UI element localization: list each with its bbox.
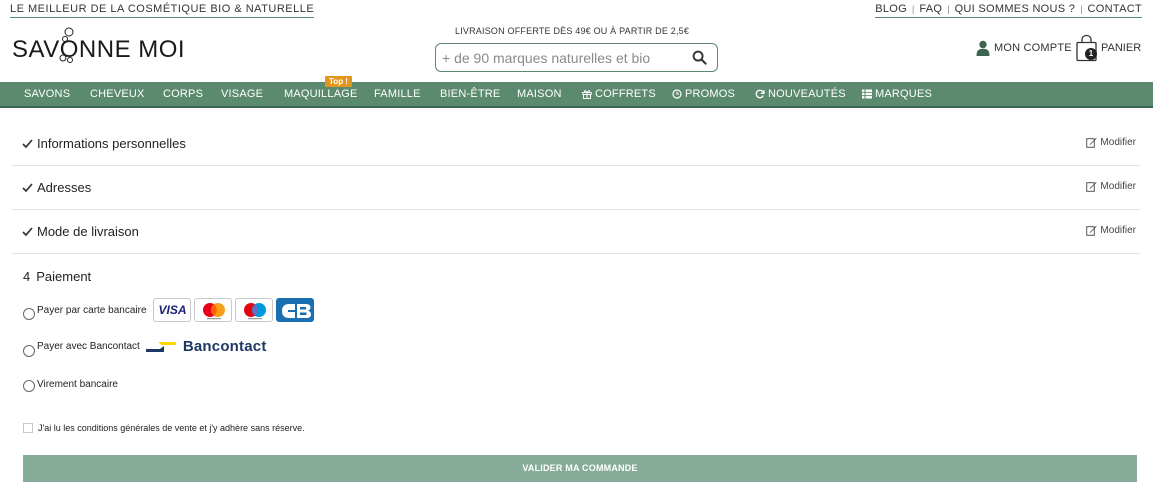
step-title: Informations personnelles <box>37 136 186 151</box>
bubbles-icon <box>59 27 74 63</box>
check-icon <box>22 227 33 237</box>
link-faq[interactable]: FAQ <box>919 3 942 15</box>
nav-item-famille[interactable]: FAMILLE <box>374 82 421 106</box>
step-personal-info[interactable]: Informations personnelles Modifier <box>12 122 1140 166</box>
top-links: BLOG | FAQ | QUI SOMMES NOUS ? | CONTACT <box>875 3 1142 18</box>
logo-text: SAVONNE MOI <box>12 36 186 63</box>
bancontact-icon <box>145 341 176 352</box>
tagline: LE MEILLEUR DE LA COSMÉTIQUE BIO & NATUR… <box>10 3 315 18</box>
option-label: Virement bancaire <box>37 378 118 390</box>
bancontact-logo: Bancontact <box>145 338 267 355</box>
edit-icon <box>1086 182 1098 192</box>
top-bar: LE MEILLEUR DE LA COSMÉTIQUE BIO & NATUR… <box>0 0 1153 20</box>
nav-item-coffrets[interactable]: COFFRETS <box>582 82 656 106</box>
edit-icon <box>1086 138 1098 148</box>
cart-link[interactable]: 1 PANIER <box>1074 34 1141 62</box>
nav-item-cheveux[interactable]: CHEVEUX <box>90 82 145 106</box>
visa-logo: VISA <box>152 298 191 322</box>
main-nav: SAVONS CHEVEUX CORPS VISAGE MAQUILLAGE F… <box>0 82 1153 108</box>
radio-button[interactable] <box>23 380 35 392</box>
cart-label: PANIER <box>1101 42 1142 54</box>
cb-logo <box>275 298 314 322</box>
clock-icon <box>672 89 682 99</box>
card-logos: VISA <box>152 298 317 322</box>
user-icon <box>976 40 990 56</box>
list-icon <box>862 89 872 99</box>
payment-heading: Paiement <box>36 269 92 284</box>
mastercard-logo <box>193 298 232 322</box>
check-icon <box>22 183 33 193</box>
payment-option-card[interactable]: Payer par carte bancaire VISA <box>23 298 317 326</box>
step-title: Mode de livraison <box>37 224 139 239</box>
validate-order-button[interactable]: VALIDER MA COMMANDE <box>23 455 1137 482</box>
step-delivery-mode[interactable]: Mode de livraison Modifier <box>12 210 1140 254</box>
step-number: 4 <box>23 269 31 284</box>
step-addresses[interactable]: Adresses Modifier <box>12 166 1140 210</box>
edit-icon <box>1086 226 1098 236</box>
payment-option-bancontact[interactable]: Payer avec Bancontact Bancontact <box>23 338 267 359</box>
account-label: MON COMPTE <box>994 42 1072 54</box>
nav-item-marques[interactable]: MARQUES <box>862 82 932 106</box>
edit-button[interactable]: Modifier <box>1086 181 1136 192</box>
nav-item-bien-etre[interactable]: BIEN-ÊTRE <box>440 82 500 106</box>
refresh-icon <box>755 89 765 99</box>
nav-item-visage[interactable]: VISAGE <box>221 82 263 106</box>
nav-item-corps[interactable]: CORPS <box>163 82 203 106</box>
nav-item-savons[interactable]: SAVONS <box>24 82 70 106</box>
search-bar <box>435 43 718 72</box>
option-label: Payer par carte bancaire <box>37 304 147 316</box>
link-contact[interactable]: CONTACT <box>1088 3 1142 15</box>
terms-label: J'ai lu les conditions générales de vent… <box>38 423 305 433</box>
payment-option-transfer[interactable]: Virement bancaire <box>23 378 124 392</box>
edit-button[interactable]: Modifier <box>1086 225 1136 236</box>
link-blog[interactable]: BLOG <box>875 3 907 15</box>
top-badge: Top ! <box>325 76 352 87</box>
search-icon[interactable] <box>692 50 707 65</box>
option-label: Payer avec Bancontact <box>37 341 140 352</box>
radio-button[interactable] <box>23 344 35 357</box>
terms-agreement[interactable]: J'ai lu les conditions générales de vent… <box>23 423 305 433</box>
maestro-logo <box>234 298 273 322</box>
cart-count-badge: 1 <box>1085 48 1097 60</box>
radio-button[interactable] <box>23 308 35 320</box>
search-input[interactable] <box>442 48 682 68</box>
site-logo[interactable]: SAVONNE MOI <box>12 27 186 64</box>
nav-item-promos[interactable]: PROMOS <box>672 82 735 106</box>
nav-item-nouveautes[interactable]: NOUVEAUTÉS <box>755 82 846 106</box>
edit-button[interactable]: Modifier <box>1086 137 1136 148</box>
check-icon <box>22 139 33 149</box>
step-title: Adresses <box>37 180 92 195</box>
payment-title: 4 Paiement <box>23 269 97 284</box>
nav-item-maison[interactable]: MAISON <box>517 82 562 106</box>
link-about[interactable]: QUI SOMMES NOUS ? <box>955 3 1076 15</box>
gift-icon <box>582 90 592 99</box>
shipping-notice: LIVRAISON OFFERTE DÈS 49€ OU À PARTIR DE… <box>455 26 690 36</box>
account-link[interactable]: MON COMPTE <box>976 40 1072 56</box>
terms-checkbox[interactable] <box>23 423 33 433</box>
shopping-bag-icon: 1 <box>1074 34 1100 62</box>
